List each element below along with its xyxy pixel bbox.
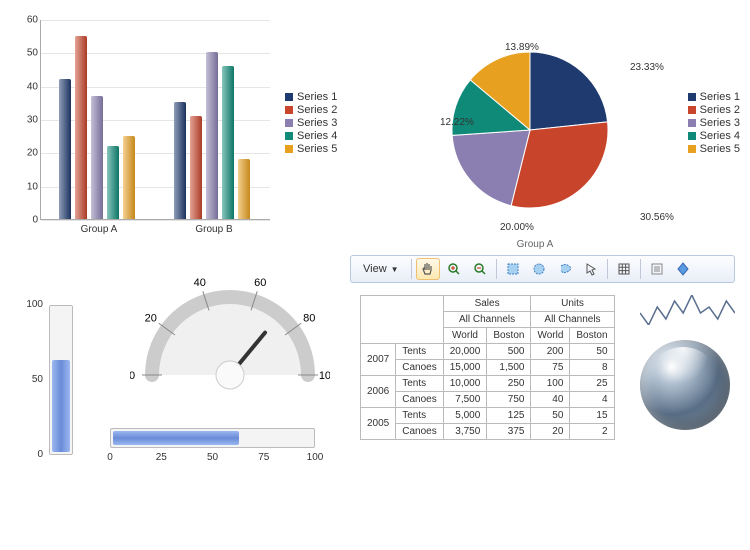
- view-label: View: [363, 263, 387, 275]
- bar: [107, 146, 119, 219]
- legend-item: Series 4: [688, 130, 740, 142]
- pie-pct-label: 30.56%: [640, 212, 674, 223]
- pan-tool-button[interactable]: [416, 258, 440, 280]
- help-button[interactable]: [671, 258, 695, 280]
- axis-tick: 75: [258, 452, 269, 463]
- y-tick: 0: [18, 215, 38, 226]
- y-tick: 10: [18, 181, 38, 192]
- axis-tick: 0: [107, 452, 113, 463]
- x-tick: Group B: [164, 224, 264, 235]
- vertical-progress-bar: 0 50 100: [15, 295, 83, 475]
- legend-item: Series 3: [688, 117, 740, 129]
- svg-text:40: 40: [194, 277, 206, 289]
- gauge-chart: 0 20 40 60 80 100: [130, 265, 330, 395]
- legend-item: Series 5: [285, 143, 337, 155]
- x-tick: Group A: [49, 224, 149, 235]
- select-ellipse-button[interactable]: [527, 258, 551, 280]
- axis-tick: 50: [17, 374, 43, 385]
- horizontal-progress-bar: 0 25 50 75 100: [100, 420, 325, 480]
- legend-item: Series 3: [285, 117, 337, 129]
- pie-pct-label: 20.00%: [500, 222, 534, 233]
- bar: [75, 36, 87, 219]
- bar-legend: Series 1Series 2Series 3Series 4Series 5: [285, 90, 337, 156]
- svg-text:80: 80: [303, 312, 315, 324]
- svg-text:60: 60: [254, 277, 266, 289]
- list-button[interactable]: [645, 258, 669, 280]
- svg-text:20: 20: [145, 312, 157, 324]
- zoom-out-button[interactable]: [468, 258, 492, 280]
- pie-pct-label: 23.33%: [630, 62, 664, 73]
- sparkline: [640, 295, 735, 325]
- bar: [59, 79, 71, 219]
- legend-item: Series 1: [688, 91, 740, 103]
- view-dropdown[interactable]: View ▼: [355, 258, 407, 280]
- pie-chart: 23.33%30.56%20.00%12.22%13.89% Series 1S…: [390, 10, 740, 250]
- bar: [123, 136, 135, 219]
- axis-tick: 100: [17, 299, 43, 310]
- bar: [222, 66, 234, 219]
- pivot-table: SalesUnitsAll ChannelsAll ChannelsWorldB…: [360, 295, 615, 440]
- select-lasso-button[interactable]: [553, 258, 577, 280]
- bar: [91, 96, 103, 219]
- legend-item: Series 1: [285, 91, 337, 103]
- axis-tick: 100: [307, 452, 324, 463]
- bar: [206, 52, 218, 219]
- select-rect-button[interactable]: [501, 258, 525, 280]
- y-tick: 50: [18, 48, 38, 59]
- axis-tick: 0: [17, 449, 43, 460]
- axis-tick: 50: [207, 452, 218, 463]
- chevron-down-icon: ▼: [391, 265, 399, 274]
- pie-pct-label: 12.22%: [440, 117, 474, 128]
- pie-slice: [530, 52, 608, 130]
- svg-text:100: 100: [319, 370, 330, 382]
- bar: [238, 159, 250, 219]
- pointer-button[interactable]: [579, 258, 603, 280]
- svg-text:0: 0: [130, 370, 135, 382]
- legend-item: Series 4: [285, 130, 337, 142]
- pie-caption: Group A: [390, 239, 680, 250]
- legend-item: Series 2: [688, 104, 740, 116]
- y-tick: 60: [18, 15, 38, 26]
- status-orb: [640, 340, 730, 430]
- bar: [174, 102, 186, 219]
- y-tick: 20: [18, 148, 38, 159]
- axis-tick: 25: [156, 452, 167, 463]
- legend-item: Series 5: [688, 143, 740, 155]
- zoom-in-button[interactable]: [442, 258, 466, 280]
- pie-legend: Series 1Series 2Series 3Series 4Series 5: [688, 90, 740, 156]
- bar: [190, 116, 202, 219]
- grouped-bar-chart: Group AGroup B Series 1Series 2Series 3S…: [10, 10, 350, 250]
- legend-item: Series 2: [285, 104, 337, 116]
- y-tick: 40: [18, 81, 38, 92]
- y-tick: 30: [18, 115, 38, 126]
- grid-button[interactable]: [612, 258, 636, 280]
- chart-toolbar: View ▼: [350, 255, 735, 283]
- pie-pct-label: 13.89%: [505, 42, 539, 53]
